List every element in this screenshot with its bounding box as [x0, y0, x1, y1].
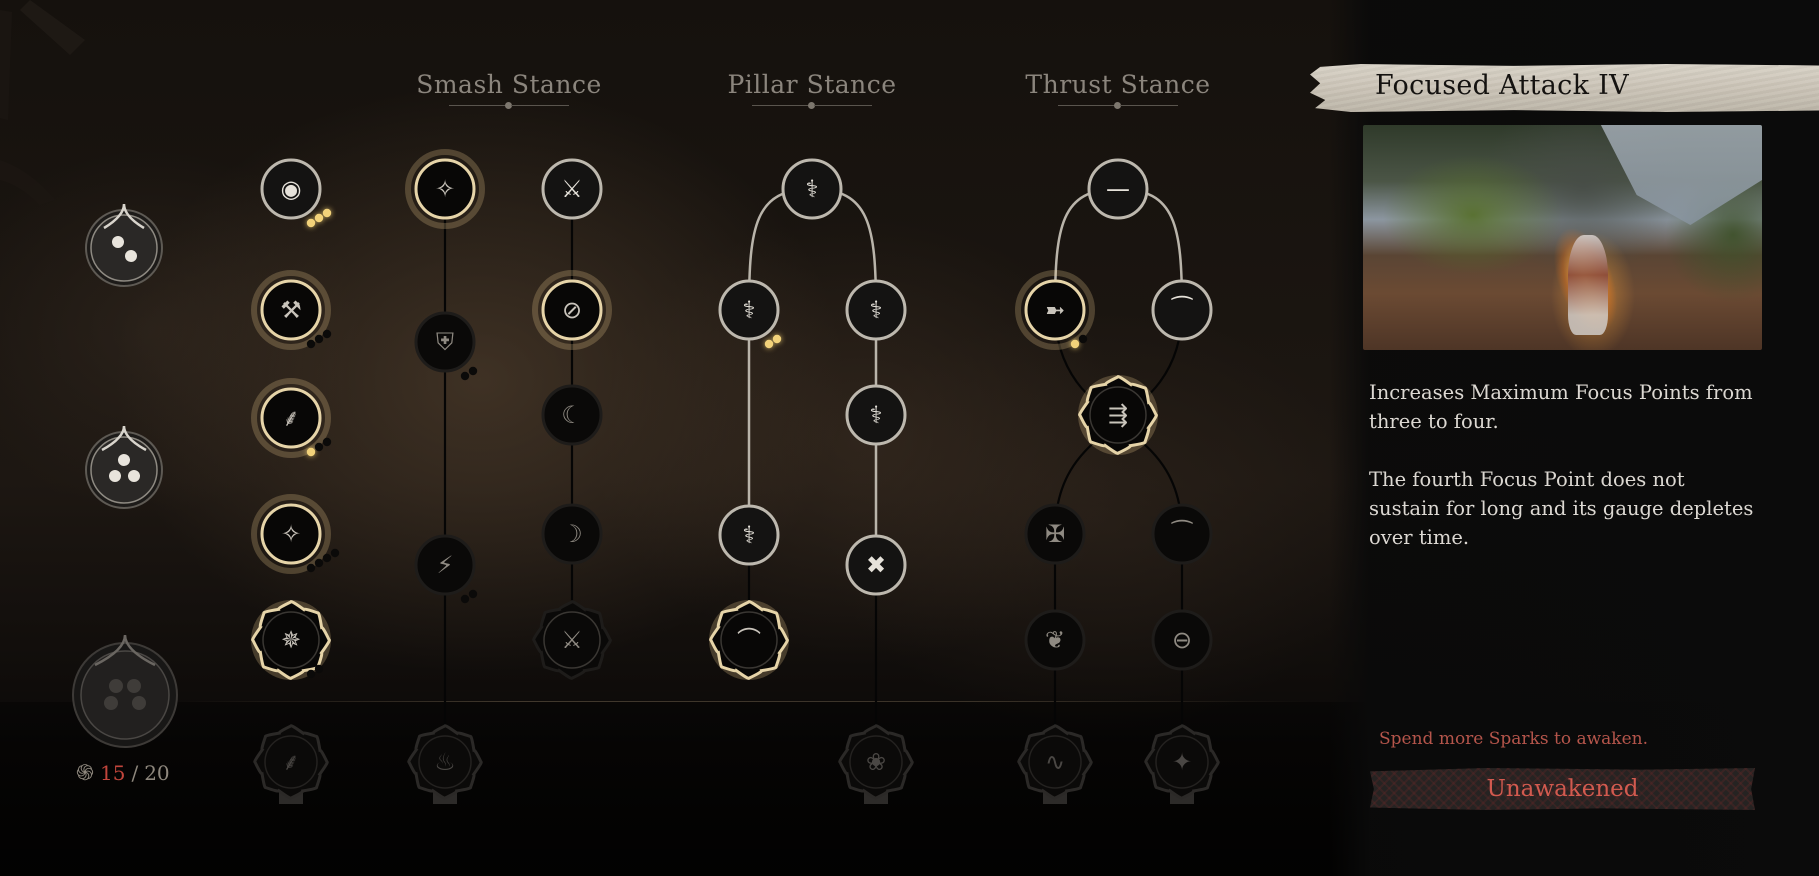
- skill-node-crossed-staff-flame[interactable]: ⚔: [532, 600, 612, 680]
- cross-staffs-icon: ✖: [866, 551, 886, 579]
- skill-tree: ◉ ⚒ ⸙ ✧ ✵ ⸙ ✧ ⛨ ⚡ ♨ ⚔ ⊘ ☾ ☽ ⚔ ⚕ ⚕ ⚕ ⌒ ⚕ ⚕ ✖ ❀ — ➼ ⁀ ⇶ ✠ ❦ ∿ ⁀ ⊖ ✦: [251, 149, 1220, 804]
- skill-node-pillar-staff[interactable]: ⚕: [781, 158, 843, 220]
- skill-node-smash-swirl[interactable]: ✧: [251, 494, 340, 574]
- skill-node-spin-slash[interactable]: ⊘: [532, 270, 612, 350]
- pillar-sweep-icon: ⌒: [737, 626, 761, 654]
- description-paragraph: Increases Maximum Focus Points from thre…: [1369, 381, 1753, 433]
- pillar-spin-icon: ⚕: [870, 296, 883, 324]
- spark-dot-lit: [306, 218, 316, 228]
- skill-node-thrust-arc[interactable]: ⁀: [1151, 279, 1213, 341]
- spark-dot-lit: [306, 447, 316, 457]
- skill-node-crescent[interactable]: ☾: [541, 384, 603, 446]
- skill-node-pillar-spin[interactable]: ⚕: [845, 279, 907, 341]
- skill-node-thrust-ring[interactable]: ⊖: [1151, 609, 1213, 671]
- skill-title: Focused Attack IV: [1375, 70, 1629, 101]
- spark-dot-empty: [306, 339, 316, 349]
- skill-node-pinwheel[interactable]: ❀: [838, 724, 914, 804]
- skill-node-thrust-star[interactable]: ✦: [1144, 724, 1220, 804]
- spark-dot-empty: [314, 442, 324, 452]
- skill-node-pillar-leap[interactable]: ⚕: [718, 504, 780, 566]
- awaken-hint: Spend more Sparks to awaken.: [1379, 729, 1648, 749]
- skill-preview-image: [1363, 125, 1762, 350]
- crossed-staff-flame-icon: ⚔: [561, 626, 583, 654]
- shield-smash-icon: ⛨: [436, 328, 454, 356]
- spark-dot-empty: [322, 329, 332, 339]
- description-paragraph: The fourth Focus Point does not sustain …: [1369, 468, 1754, 549]
- thrust-line-icon: —: [1106, 175, 1130, 203]
- thrust-loop-icon: ⁀: [1170, 519, 1193, 548]
- awaken-button-label: Unawakened: [1486, 776, 1639, 802]
- skill-node-thrust-line[interactable]: —: [1087, 158, 1149, 220]
- skill-node-cross-staffs[interactable]: ✖: [845, 534, 907, 596]
- skill-node-crack-smash[interactable]: ⚡: [414, 534, 478, 604]
- spark-dot-lit: [1070, 339, 1080, 349]
- smash-swirl-icon: ✧: [281, 520, 301, 548]
- spark-dot-empty: [314, 334, 324, 344]
- spark-dot-empty: [306, 563, 316, 573]
- focused-attack-icon: ⇶: [1108, 401, 1128, 429]
- skill-node-smash-swirl[interactable]: ✧: [405, 149, 485, 229]
- spark-dot-empty: [468, 589, 478, 599]
- thrust-star-icon: ✦: [1172, 748, 1192, 776]
- pillar-grass-icon: ⚕: [743, 296, 756, 324]
- skill-node-staff-strike[interactable]: ⚒: [251, 270, 332, 350]
- crack-smash-icon: ⚡: [437, 551, 454, 579]
- tree-nodes: ◉ ⚒ ⸙ ✧ ✵ ⸙ ✧ ⛨ ⚡ ♨ ⚔ ⊘ ☾ ☽ ⚔ ⚕ ⚕ ⚕ ⌒ ⚕ ⚕ ✖ ❀ — ➼ ⁀ ⇶ ✠ ❦ ∿ ⁀ ⊖ ✦: [251, 149, 1220, 804]
- spark-dot-empty: [330, 548, 340, 558]
- pillar-whirl-icon: ⚕: [870, 401, 883, 429]
- spark-dot-lit: [322, 208, 332, 218]
- thrust-dash-icon: ➼: [1045, 296, 1065, 324]
- spark-dot-lit: [314, 213, 324, 223]
- skill-description: Increases Maximum Focus Points from thre…: [1369, 378, 1759, 581]
- staff-spark-icon: ⚔: [561, 175, 583, 203]
- fire-staff-icon: ♨: [434, 748, 456, 776]
- smash-swirl-icon: ✧: [435, 175, 455, 203]
- awaken-button[interactable]: Unawakened: [1370, 768, 1755, 810]
- skill-node-sweep-staff[interactable]: ⸙: [251, 378, 332, 458]
- pinwheel-icon: ❀: [866, 748, 886, 776]
- skill-node-heavy-smash[interactable]: ✵: [251, 600, 331, 680]
- skill-node-staff-spark[interactable]: ⚔: [541, 158, 603, 220]
- spark-dot-empty: [322, 437, 332, 447]
- flame-eye-icon: ◉: [281, 175, 302, 203]
- spark-dot-empty: [322, 553, 332, 563]
- skill-node-thrust-cross[interactable]: ✠: [1024, 503, 1086, 565]
- thrust-feather-icon: ❦: [1045, 626, 1065, 654]
- skill-node-pillar-sweep[interactable]: ⌒: [709, 600, 789, 680]
- crescent-icon: ☾: [561, 401, 583, 429]
- spark-dot-lit: [772, 334, 782, 344]
- skill-node-fire-staff[interactable]: ♨: [407, 724, 483, 804]
- skill-node-thrust-loop[interactable]: ⁀: [1151, 503, 1213, 565]
- pillar-leap-icon: ⚕: [743, 521, 756, 549]
- spark-dot-empty: [460, 371, 470, 381]
- thrust-wave-icon: ∿: [1045, 748, 1065, 776]
- skill-node-pillar-whirl[interactable]: ⚕: [845, 384, 907, 446]
- spark-dot-empty: [314, 664, 324, 674]
- skill-node-focused-attack[interactable]: ⇶: [1078, 375, 1158, 455]
- crescent-flame-icon: ☽: [561, 520, 583, 548]
- spark-dot-lit: [764, 339, 774, 349]
- sweep-staff-icon: ⸙: [282, 748, 300, 776]
- spark-dot-empty: [1078, 334, 1088, 344]
- spin-slash-icon: ⊘: [562, 296, 582, 324]
- skill-node-thrust-wave[interactable]: ∿: [1017, 724, 1093, 804]
- skill-node-sweep-staff[interactable]: ⸙: [253, 724, 329, 804]
- thrust-cross-icon: ✠: [1045, 520, 1065, 548]
- skill-node-shield-smash[interactable]: ⛨: [414, 311, 478, 381]
- thrust-arc-icon: ⁀: [1170, 295, 1193, 324]
- skill-node-thrust-dash[interactable]: ➼: [1015, 270, 1095, 350]
- pillar-staff-icon: ⚕: [806, 175, 819, 203]
- sweep-staff-icon: ⸙: [282, 404, 300, 432]
- spark-dot-empty: [314, 558, 324, 568]
- skill-node-pillar-grass[interactable]: ⚕: [718, 279, 782, 349]
- skill-node-thrust-feather[interactable]: ❦: [1024, 609, 1086, 671]
- thrust-ring-icon: ⊖: [1172, 626, 1192, 654]
- spark-dot-empty: [468, 366, 478, 376]
- skill-node-flame-eye[interactable]: ◉: [260, 158, 332, 228]
- spark-dot-empty: [306, 669, 316, 679]
- spark-dot-empty: [460, 594, 470, 604]
- staff-strike-icon: ⚒: [280, 296, 302, 324]
- skill-node-crescent-flame[interactable]: ☽: [541, 503, 603, 565]
- heavy-smash-icon: ✵: [281, 626, 301, 654]
